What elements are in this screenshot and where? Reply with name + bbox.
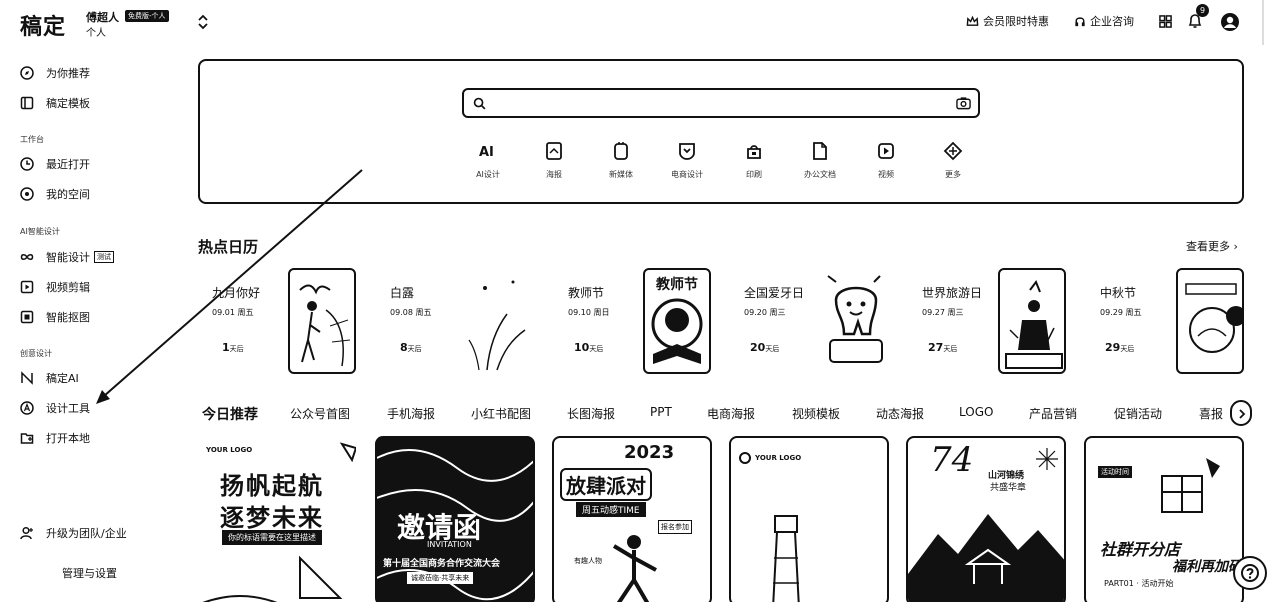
dancer-illustration	[612, 535, 657, 602]
hot-calendar-title: 热点日历	[198, 238, 259, 256]
calendar-event-date: 09.08 周五	[390, 308, 432, 317]
mid-autumn-illustration	[1185, 283, 1242, 353]
tab-product-marketing[interactable]: 产品营销	[1029, 405, 1077, 422]
flag-icon	[339, 442, 356, 462]
template-card[interactable]: 2023 放肆派对 周五动感TIME 报名参加 有趣人物	[552, 436, 712, 602]
tab-video-template[interactable]: 视频模板	[792, 405, 840, 422]
question-mark-icon	[1241, 564, 1259, 582]
calendar-event-countdown: 8天后	[400, 341, 422, 354]
tab-long-poster[interactable]: 长图海报	[567, 405, 615, 422]
calendar-event-name[interactable]: 教师节	[568, 284, 604, 301]
card-tag: 有趣人物	[574, 557, 602, 565]
card-english-title: INVITATION	[427, 540, 472, 549]
help-button[interactable]	[1233, 556, 1267, 590]
calendar-event-countdown: 20天后	[750, 341, 779, 354]
card-subtitle: 你的标语需要在这里描述	[222, 530, 322, 545]
card-tag: 活动时间	[1098, 466, 1132, 478]
countdown-unit: 天后	[589, 345, 604, 353]
card-headline: 社群开分店	[1100, 540, 1181, 559]
countdown-unit: 天后	[407, 345, 422, 353]
calendar-event-image[interactable]	[820, 268, 888, 374]
countdown-unit: 天后	[765, 345, 780, 353]
calendar-event-image[interactable]	[465, 268, 533, 374]
hiker-illustration	[299, 284, 351, 367]
card-footer: PART01 · 活动开始	[1104, 579, 1174, 588]
card-logo-text: YOUR LOGO	[755, 454, 802, 462]
calendar-event-name[interactable]: 白露	[390, 284, 414, 301]
tabs-scroll-right-button[interactable]	[1230, 400, 1252, 426]
countdown-days: 20	[750, 341, 766, 354]
template-card[interactable]: 74 山河锦绣 共盛华章	[906, 436, 1066, 602]
tab-promotion[interactable]: 促销活动	[1114, 405, 1162, 422]
tab-logo[interactable]: LOGO	[959, 405, 993, 419]
card-headline: 放肆派对	[560, 468, 652, 501]
tab-good-news[interactable]: 喜报	[1199, 405, 1223, 422]
template-card[interactable]: YOUR LOGO 扬帆起航 逐梦未来 你的标语需要在这里描述	[198, 436, 358, 602]
countdown-days: 1	[222, 341, 230, 354]
calendar-event-countdown: 10天后	[574, 341, 603, 354]
tab-mobile-poster[interactable]: 手机海报	[387, 405, 435, 422]
countdown-days: 8	[400, 341, 408, 354]
calendar-event-image[interactable]: 教师节	[643, 268, 711, 374]
recommend-title: 今日推荐	[202, 407, 258, 423]
card-tagline: 诚邀莅临·共享未来	[407, 572, 474, 584]
tab-xiaohongshu[interactable]: 小红书配图	[471, 405, 531, 422]
card-subtitle: 第十届全国商务合作交流大会	[383, 559, 501, 569]
firework-icon	[1036, 448, 1058, 470]
card-subtitle: 共盛华章	[990, 483, 1027, 493]
sailboat-illustration	[202, 555, 343, 602]
card-headline: 福利再加码	[1172, 559, 1242, 575]
template-card[interactable]: 活动时间 社群开分店 福利再加码 PART01 · 活动开始	[1084, 436, 1244, 602]
logo-circle	[739, 452, 751, 464]
mountain-pavilion-illustration	[908, 514, 1064, 602]
calendar-event-image[interactable]	[998, 268, 1066, 374]
calendar-event-image[interactable]	[1176, 268, 1244, 374]
template-card[interactable]: YOUR LOGO	[729, 436, 889, 602]
card-subtitle: 周五动感TIME	[576, 502, 646, 517]
tab-ecommerce-poster[interactable]: 电商海报	[707, 405, 755, 422]
calendar-event-name[interactable]: 世界旅游日	[922, 284, 982, 301]
poster-title: 教师节	[656, 277, 698, 293]
card-headline: 逐梦未来	[220, 504, 324, 532]
calendar-event-countdown: 27天后	[928, 341, 957, 354]
view-more-link[interactable]: 查看更多 ›	[1186, 238, 1238, 254]
calendar-event-date: 09.20 周三	[744, 308, 786, 317]
countdown-days: 27	[928, 341, 944, 354]
template-card[interactable]: 邀请函 INVITATION 第十届全国商务合作交流大会 诚邀莅临·共享未来	[375, 436, 535, 602]
countdown-unit: 天后	[943, 345, 958, 353]
countdown-days: 10	[574, 341, 590, 354]
calendar-event-image[interactable]	[288, 268, 356, 374]
tab-ppt[interactable]: PPT	[650, 405, 672, 419]
countdown-unit: 天后	[229, 345, 244, 353]
tab-motion-poster[interactable]: 动态海报	[876, 405, 924, 422]
calendar-event-date: 09.10 周日	[568, 308, 610, 317]
calendar-event-name[interactable]: 九月你好	[212, 284, 260, 301]
calendar-event-countdown: 1天后	[222, 341, 244, 354]
calendar-event-name[interactable]: 中秋节	[1100, 284, 1136, 301]
countdown-days: 29	[1105, 341, 1121, 354]
teacher-illustration	[651, 298, 703, 364]
chevron-right-icon	[1239, 409, 1246, 419]
countdown-unit: 天后	[1120, 345, 1135, 353]
calendar-event-date: 09.29 周五	[1100, 308, 1142, 317]
calendar-event-date: 09.27 周三	[922, 308, 964, 317]
card-year: 2023	[624, 442, 675, 463]
travel-illustration	[1005, 279, 1063, 369]
dew-grass-illustration	[468, 280, 526, 371]
calendar-event-countdown: 29天后	[1105, 341, 1134, 354]
tab-wechat-cover[interactable]: 公众号首图	[290, 405, 350, 422]
view-more-label: 查看更多	[1186, 240, 1230, 253]
card-logo-text: YOUR LOGO	[206, 446, 253, 454]
card-headline: 扬帆起航	[220, 472, 324, 500]
tooth-mascot-illustration	[827, 275, 883, 363]
lighthouse-illustration	[772, 515, 800, 602]
card-number: 74	[930, 440, 974, 480]
gift-box-illustration	[1161, 458, 1220, 513]
calendar-event-name[interactable]: 全国爱牙日	[744, 284, 804, 301]
calendar-event-date: 09.01 周五	[212, 308, 254, 317]
